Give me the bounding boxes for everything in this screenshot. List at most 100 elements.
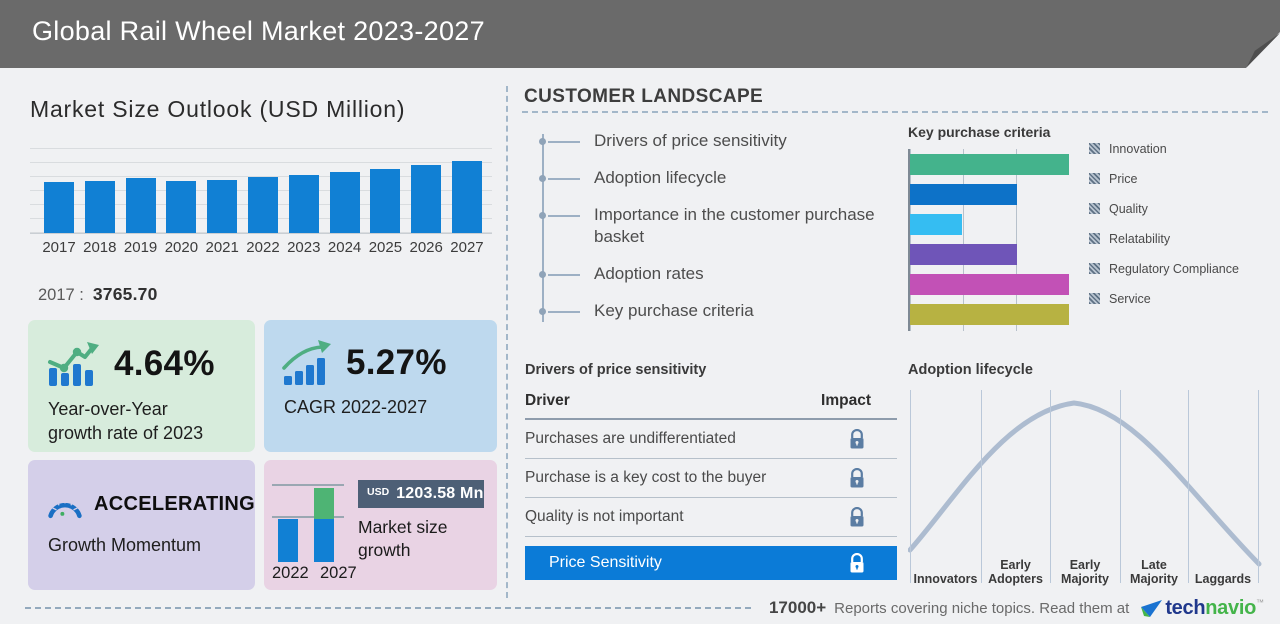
growth-label-line1: Market size [358, 517, 448, 537]
mini-gridline-top [272, 484, 344, 486]
mini-year-2027: 2027 [320, 564, 357, 582]
yoy-growth-label: Year-over-Year growth rate of 2023 [28, 388, 255, 445]
x-label-2025: 2025 [368, 239, 403, 256]
driver-label: Purchase is a key cost to the buyer [525, 469, 767, 486]
market-bar-2018 [84, 180, 115, 233]
customer-landscape-section: CUSTOMER LANDSCAPE Drivers of price sens… [522, 84, 1270, 604]
momentum-value: ACCELERATING [93, 492, 255, 515]
x-label-2019: 2019 [123, 239, 158, 256]
criteria-bar-price [910, 184, 1017, 205]
market-bar-2019 [125, 178, 156, 233]
legend-item: Regulatory Compliance [1089, 258, 1239, 279]
speedometer-icon [48, 498, 82, 519]
bullet-dot [539, 271, 546, 278]
yoy-growth-card: 4.64% Year-over-Year growth rate of 2023 [28, 320, 255, 452]
x-label-2024: 2024 [327, 239, 362, 256]
landscape-topic-4: Adoption rates [539, 263, 877, 285]
market-bar-2027 [451, 161, 482, 233]
report-count: 17000+ [768, 598, 827, 617]
base-year-label: 2017 : [38, 286, 84, 304]
lock-icon [850, 552, 864, 572]
bar-chart-trendline-icon [48, 342, 99, 386]
stage-label-laggards: Laggards [1194, 572, 1252, 586]
header-bar: Global Rail Wheel Market 2023-2027 [0, 0, 1280, 68]
price-sensitivity-label: Price Sensitivity [549, 554, 662, 571]
yoy-label-line1: Year-over-Year [48, 399, 168, 419]
legend-label: Price [1109, 171, 1138, 186]
market-bar-2024 [329, 171, 360, 233]
technavio-arrow-icon [1141, 599, 1163, 617]
bullet-connector [548, 273, 580, 276]
x-label-2026: 2026 [409, 239, 443, 256]
column-divider [506, 86, 508, 598]
legend-hatch-swatch [1089, 233, 1100, 244]
topic-label: Adoption lifecycle [594, 168, 727, 187]
lock-icon [850, 506, 864, 526]
market-bar-2017 [44, 182, 74, 233]
stage-label-early-adopters: Early Adopters [988, 558, 1043, 586]
topics-ul: Drivers of price sensitivity Adoption lif… [539, 130, 877, 322]
bullet-connector [548, 214, 580, 217]
mini-year-2022: 2022 [272, 564, 309, 582]
column-impact: Impact [821, 392, 871, 409]
mini-bar-2027-growth [314, 488, 334, 519]
customer-landscape-title: CUSTOMER LANDSCAPE [524, 86, 764, 107]
key-purchase-criteria-legend: Innovation Price Quality Relatability Regula… [1089, 138, 1239, 318]
column-driver: Driver [525, 392, 570, 409]
market-size-chart [30, 148, 492, 234]
price-sensitivity-block: Drivers of price sensitivity Driver Impa… [525, 362, 897, 580]
lifecycle-gridline-4 [1120, 390, 1121, 583]
footer-text: Reports covering niche topics. Read them… [834, 599, 1130, 617]
momentum-label: Growth Momentum [48, 535, 202, 555]
stage-label-early-majority: Early Majority [1061, 558, 1109, 586]
topic-label: Importance in the customer purchase bask… [594, 205, 875, 246]
legend-item: Service [1089, 288, 1239, 309]
x-label-2017: 2017 [42, 239, 76, 256]
driver-label: Purchases are undifferentiated [525, 430, 736, 447]
impact-lock [849, 467, 897, 489]
x-label-2027: 2027 [450, 239, 484, 256]
landscape-topics-list: Drivers of price sensitivity Adoption lif… [539, 130, 877, 337]
growth-amount: 1203.58 Mn [396, 485, 484, 502]
lock-icon [850, 428, 864, 448]
legend-hatch-swatch [1089, 143, 1100, 154]
yoy-growth-value: 4.64% [114, 344, 215, 383]
x-label-2018: 2018 [83, 239, 117, 256]
growth-mini-chart [272, 484, 344, 562]
bullet-dot [539, 212, 546, 219]
market-bar-2023 [288, 174, 319, 233]
lifecycle-gridline-3 [1050, 390, 1051, 583]
legend-label: Relatability [1109, 231, 1171, 246]
market-bar-2020 [166, 181, 197, 233]
growth-amount-badge: USD 1203.58 Mn [358, 480, 484, 508]
market-x-labels: 2017 2018 2019 2020 2021 2022 2023 2024 2025 2026… [30, 239, 492, 256]
growth-label-line2: growth [358, 540, 411, 560]
legend-label: Innovation [1109, 141, 1167, 156]
bullet-dot [539, 308, 546, 315]
lifecycle-gridline-1 [910, 390, 911, 583]
adoption-lifecycle-block: Adoption lifecycle Innovators Early Adopte… [908, 362, 1264, 588]
impact-lock [849, 428, 897, 450]
currency-label: USD [367, 485, 390, 498]
criteria-bar-service [910, 304, 1069, 325]
market-bar-2025 [370, 168, 401, 233]
lifecycle-gridline-5 [1188, 390, 1189, 583]
yoy-label-line2: growth rate of 2023 [48, 423, 204, 443]
lock-icon-white [849, 552, 897, 574]
cagr-value: 5.27% [346, 343, 447, 382]
bullet-connector [548, 177, 580, 180]
price-sensitivity-row: Price Sensitivity [525, 546, 897, 580]
stage-label-innovators: Innovators [913, 572, 978, 586]
criteria-bar-regulatory-compliance [910, 274, 1069, 295]
technavio-logo[interactable]: tech navio ™ [1141, 597, 1264, 620]
topic-label: Drivers of price sensitivity [594, 131, 787, 150]
base-year-value: 3765.70 [92, 284, 158, 304]
trademark: ™ [1256, 597, 1264, 607]
bullet-dot [539, 175, 546, 182]
market-size-title: Market Size Outlook (USD Million) [30, 96, 406, 122]
page-title: Global Rail Wheel Market 2023-2027 [32, 16, 485, 46]
bullet-connector [548, 310, 580, 313]
base-year-note: 2017 : 3765.70 [38, 284, 158, 305]
footer: 17000+ Reports covering niche topics. Re… [25, 595, 1264, 621]
legend-hatch-swatch [1089, 173, 1100, 184]
